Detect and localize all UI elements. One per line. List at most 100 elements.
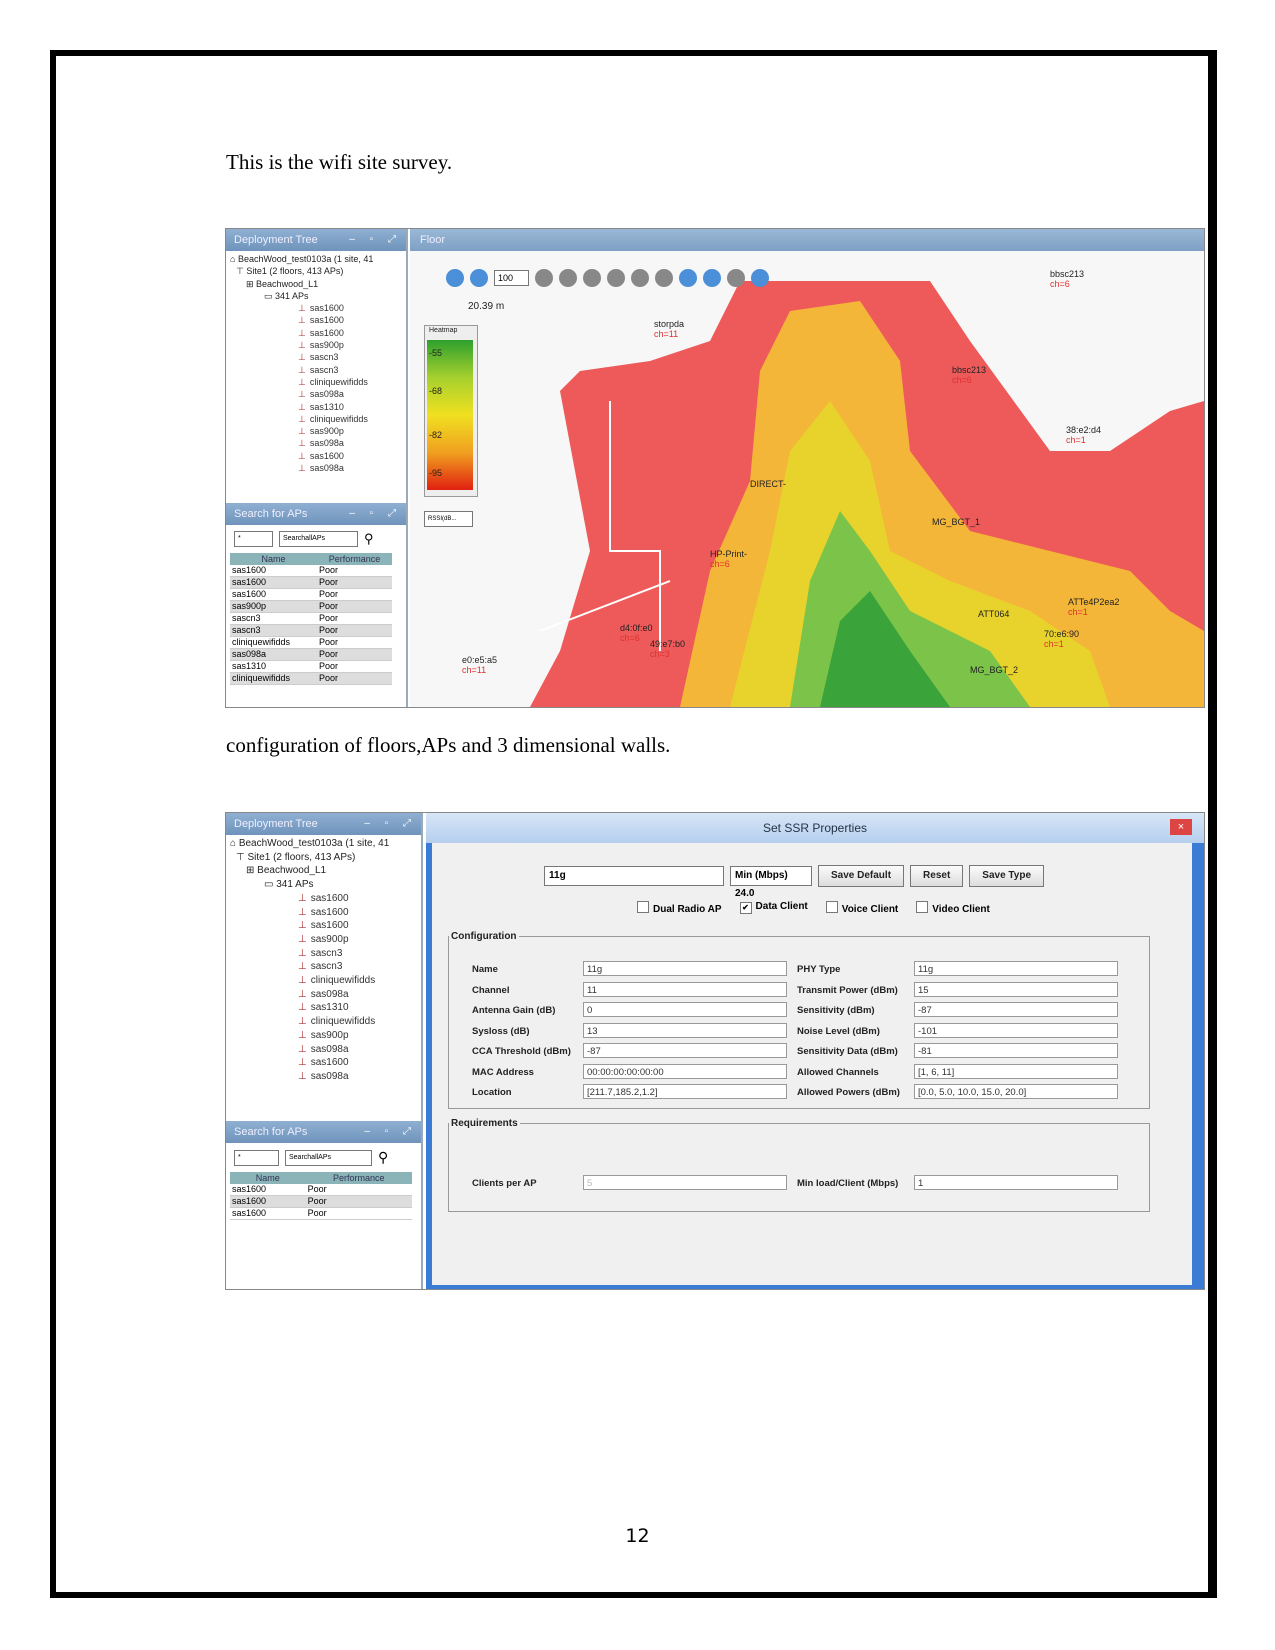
tree-ap-item[interactable]: sas900p — [230, 339, 402, 351]
location-icon[interactable] — [679, 269, 697, 287]
table-row[interactable]: sas1600 Poor — [230, 565, 392, 577]
config-field[interactable]: -87 — [583, 1043, 787, 1058]
table-row[interactable]: sascn3 Poor — [230, 612, 392, 625]
filter-icon[interactable] — [751, 269, 769, 287]
tree-ap-item[interactable]: sascn3 — [230, 351, 402, 363]
tree-group[interactable]: ▭ 341 APs — [230, 878, 417, 892]
tool-icon[interactable] — [631, 269, 649, 287]
close-icon[interactable]: × — [1170, 819, 1192, 835]
ap-map-label[interactable]: d4:0f:e0 ch=6 — [620, 623, 653, 643]
col-performance[interactable]: Performance — [305, 1172, 412, 1184]
table-row[interactable]: sas098a Poor — [230, 648, 392, 661]
tree-ap-item[interactable]: sas1600 — [230, 450, 402, 462]
tool-icon[interactable] — [559, 269, 577, 287]
tree-ap-item[interactable]: cliniquewifidds — [230, 1015, 417, 1029]
panel-controls-icon[interactable]: – ▫ ⤢ — [364, 1121, 417, 1143]
table-row[interactable]: sas1600 Poor — [230, 1207, 412, 1220]
config-field[interactable]: 0 — [583, 1002, 787, 1017]
table-row[interactable]: sas900p Poor — [230, 600, 392, 613]
ap-map-label[interactable]: HP-Print-ch=6 — [710, 549, 747, 569]
table-row[interactable]: cliniquewifidds Poor — [230, 672, 392, 685]
search-icon[interactable]: ⚲ — [378, 1149, 388, 1166]
tree-ap-item[interactable]: sas098a — [230, 988, 417, 1002]
client-type-checkbox[interactable]: Data Client — [740, 901, 808, 915]
tree-root[interactable]: ⌂ BeachWood_test0103a (1 site, 41 — [230, 253, 402, 265]
tree-ap-item[interactable]: sas1600 — [230, 302, 402, 314]
config-field[interactable]: -87 — [914, 1002, 1118, 1017]
ap-map-label[interactable]: e0:e5:a5 ch=11 — [462, 655, 497, 675]
config-field[interactable]: 11g — [583, 961, 787, 976]
tree-ap-item[interactable]: sas1600 — [230, 314, 402, 326]
tool-icon[interactable] — [607, 269, 625, 287]
search-scope-select[interactable]: SearchallAPs — [285, 1149, 372, 1166]
config-field[interactable]: -81 — [914, 1043, 1118, 1058]
type-select[interactable]: 11g — [544, 866, 724, 886]
table-row[interactable]: sas1600 Poor — [230, 1195, 412, 1208]
rssi-select[interactable]: RSSI(dB... — [424, 511, 473, 527]
tree-ap-item[interactable]: sas1600 — [230, 906, 417, 920]
floor-map[interactable]: Floor 100 20.39 m Heatmap -55 -68 -82 -9… — [410, 229, 1204, 707]
panel-controls-icon[interactable]: – ▫ ⤢ — [349, 503, 402, 525]
zoom-select[interactable]: 100 — [494, 270, 529, 286]
table-row[interactable]: sascn3 Poor — [230, 624, 392, 637]
save-type-button[interactable]: Save Type — [969, 865, 1045, 887]
config-field[interactable]: -101 — [914, 1022, 1118, 1038]
config-field[interactable]: 15 — [914, 981, 1118, 997]
zoom-in-icon[interactable] — [446, 269, 464, 287]
config-field[interactable]: [0.0, 5.0, 10.0, 15.0, 20.0] — [914, 1084, 1118, 1099]
config-field[interactable]: 11g — [914, 961, 1118, 976]
tool-icon[interactable] — [655, 269, 673, 287]
tree-ap-item[interactable]: sas1310 — [230, 401, 402, 413]
config-field[interactable]: [211.7,185.2,1.2] — [583, 1084, 787, 1099]
tree-ap-item[interactable]: sas900p — [230, 425, 402, 437]
tree-site[interactable]: ⊤ Site1 (2 floors, 413 APs) — [230, 265, 402, 277]
col-name[interactable]: Name — [230, 1172, 306, 1184]
tree-ap-item[interactable]: sascn3 — [230, 364, 402, 376]
search-input[interactable]: * — [234, 531, 273, 547]
ap-map-label[interactable]: MG_BGT_1 — [932, 517, 980, 527]
search-scope-select[interactable]: SearchallAPs — [279, 531, 358, 547]
table-row[interactable]: cliniquewifidds Poor — [230, 636, 392, 649]
tool-icon[interactable] — [535, 269, 553, 287]
tree-ap-item[interactable]: sas098a — [230, 388, 402, 400]
tree-site[interactable]: ⊤ Site1 (2 floors, 413 APs) — [230, 851, 417, 865]
ap-map-label[interactable]: ATT064 — [978, 609, 1009, 619]
table-row[interactable]: sas1600 Poor — [230, 576, 392, 589]
clients-per-ap-input[interactable]: 5 — [583, 1175, 787, 1190]
tree-ap-item[interactable]: sas098a — [230, 1070, 417, 1084]
tree-floor[interactable]: ⊞ Beachwood_L1 — [230, 864, 417, 878]
table-row[interactable]: sas1310 Poor — [230, 660, 392, 673]
config-field[interactable]: [1, 6, 11] — [914, 1063, 1118, 1079]
tree-ap-item[interactable]: sas900p — [230, 933, 417, 947]
tree-ap-item[interactable]: sas098a — [230, 437, 402, 449]
tree-ap-item[interactable]: sascn3 — [230, 960, 417, 974]
tree-ap-item[interactable]: sas1600 — [230, 327, 402, 339]
reset-button[interactable]: Reset — [910, 865, 964, 887]
tool-icon[interactable] — [583, 269, 601, 287]
tree-ap-item[interactable]: sas900p — [230, 1029, 417, 1043]
client-type-checkbox[interactable]: Voice Client — [826, 901, 899, 915]
ap-map-label[interactable]: DIRECT- — [750, 479, 786, 489]
table-row[interactable]: sas1600 Poor — [230, 588, 392, 601]
min-load-input[interactable]: 1 — [914, 1175, 1118, 1190]
min-rate-select[interactable]: Min (Mbps) 24.0 — [730, 866, 812, 899]
square-icon[interactable] — [703, 269, 721, 287]
tree-ap-item[interactable]: sas1600 — [230, 892, 417, 906]
ap-map-label[interactable]: ATTe4P2ea2 ch=1 — [1068, 597, 1119, 617]
config-field[interactable]: 13 — [583, 1022, 787, 1038]
search-icon[interactable]: ⚲ — [364, 531, 374, 547]
tree-floor[interactable]: ⊞ Beachwood_L1 — [230, 278, 402, 290]
ap-map-label[interactable]: 49:e7:b0 ch=3 — [650, 639, 685, 659]
config-field[interactable]: 00:00:00:00:00:00 — [583, 1063, 787, 1079]
tree-ap-item[interactable]: sascn3 — [230, 947, 417, 961]
panel-controls-icon[interactable]: – ▫ ⤢ — [364, 813, 417, 835]
client-type-checkbox[interactable]: Dual Radio AP — [637, 901, 722, 915]
search-input[interactable]: * — [234, 1149, 279, 1166]
tree-group[interactable]: ▭ 341 APs — [230, 290, 402, 302]
tree-ap-item[interactable]: cliniquewifidds — [230, 413, 402, 425]
ap-map-label[interactable]: 38:e2:d4 ch=1 — [1066, 425, 1101, 445]
ap-map-label[interactable]: storpda ch=11 — [654, 319, 684, 339]
tree-ap-item[interactable]: cliniquewifidds — [230, 376, 402, 388]
ap-map-label[interactable]: MG_BGT_2 — [970, 665, 1018, 675]
save-default-button[interactable]: Save Default — [818, 865, 905, 887]
